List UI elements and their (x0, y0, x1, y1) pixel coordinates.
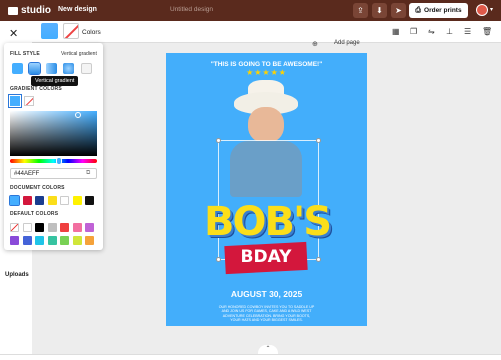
color-swatch[interactable] (72, 196, 82, 205)
poster-subheadline[interactable]: BDAY (225, 247, 307, 267)
color-swatch[interactable] (35, 196, 44, 205)
gradient-colors-label: GRADIENT COLORS (10, 86, 62, 92)
poster-stars[interactable]: ★★★★★ (166, 68, 367, 77)
new-design-menu[interactable]: New design (58, 6, 97, 13)
color-swatch[interactable] (35, 223, 44, 232)
logo-text: studio (21, 5, 51, 16)
color-swatch[interactable] (60, 236, 69, 245)
fill-radial-gradient-option[interactable] (63, 63, 74, 74)
color-swatch[interactable] (72, 223, 82, 232)
color-swatch[interactable] (85, 196, 94, 205)
transparency-icon[interactable]: ▦ (392, 27, 400, 36)
print-icon: ⎙ (415, 6, 422, 14)
color-swatch[interactable] (47, 236, 57, 245)
design-page[interactable]: "THIS IS GOING TO BE AWESOME!" ★★★★★ BOB… (166, 53, 367, 326)
context-toolbar: Colors ▦ ❐ ⇋ ⊥ ☰ 🗑 (32, 21, 501, 43)
design-title[interactable]: Untitled design (170, 6, 213, 13)
copy-icon[interactable]: ⧉ (86, 170, 90, 177)
share-icon[interactable]: ⇪ (353, 3, 368, 18)
resize-handle[interactable] (216, 138, 221, 143)
gradient-stop-1[interactable] (8, 94, 22, 108)
hex-input[interactable]: #44AEFF (10, 168, 97, 179)
color-swatch[interactable] (47, 223, 57, 232)
fill-image-option[interactable] (81, 63, 92, 74)
resize-handle[interactable] (316, 138, 321, 143)
color-swatch[interactable] (35, 236, 44, 245)
fill-panel: FILL STYLE Vertical gradient Vertical gr… (4, 43, 103, 250)
layer-icon[interactable]: ☰ (464, 27, 471, 36)
chevron-up-icon[interactable]: ⌃ (258, 345, 278, 354)
fill-horizontal-gradient-option[interactable] (46, 63, 57, 74)
tooltip: Vertical gradient (31, 76, 79, 86)
resize-handle[interactable] (216, 257, 221, 262)
color-swatch[interactable] (9, 195, 20, 206)
top-bar: studio New design Untitled design ⇪ ⬇ ➤ … (0, 0, 501, 21)
color-swatch[interactable] (22, 223, 32, 232)
tools-icon[interactable]: ✕ (9, 27, 18, 40)
fill-style-value: Vertical gradient (61, 51, 97, 57)
fill-solid-option[interactable] (12, 63, 23, 74)
logo-icon (8, 6, 18, 15)
poster-fine-print[interactable]: OUR HONORED COWBOY INVITES YOU TO SADDLE… (218, 305, 315, 323)
poster-date[interactable]: AUGUST 30, 2025 (166, 289, 367, 299)
color-swatch[interactable] (10, 236, 19, 245)
align-icon[interactable]: ⊥ (446, 27, 453, 36)
fill-vertical-gradient-option[interactable] (28, 62, 41, 75)
order-prints-label: Order prints (424, 7, 462, 14)
color-swatch[interactable] (47, 196, 57, 205)
poster-tagline[interactable]: "THIS IS GOING TO BE AWESOME!" (166, 61, 367, 68)
hue-handle[interactable] (56, 157, 62, 165)
document-colors-label: DOCUMENT COLORS (10, 185, 65, 191)
color-swatch[interactable] (60, 223, 69, 232)
color-swatch[interactable] (60, 196, 69, 205)
add-page-button[interactable]: Add page (334, 40, 360, 46)
page-options-icon[interactable]: ⊕ (312, 40, 318, 48)
bottom-bar (0, 354, 501, 360)
avatar[interactable] (476, 4, 488, 16)
color-swatch[interactable] (72, 236, 82, 245)
fill-style-label: FILL STYLE (10, 51, 40, 57)
poster-headline[interactable]: BOB'S (192, 199, 342, 245)
chevron-down-icon[interactable]: ▾ (490, 6, 493, 13)
resize-handle[interactable] (316, 257, 321, 262)
color-swatch[interactable] (85, 236, 94, 245)
picker-handle[interactable] (75, 112, 81, 118)
photo-face (248, 107, 284, 143)
color-picker[interactable] (10, 111, 97, 156)
fill-color-swatch[interactable] (41, 23, 58, 39)
delete-icon[interactable]: 🗑 (482, 27, 492, 36)
color-swatch[interactable] (22, 196, 32, 205)
stroke-color-swatch[interactable] (63, 23, 79, 39)
app-logo[interactable]: studio (8, 5, 51, 16)
default-colors-label: DEFAULT COLORS (10, 211, 59, 217)
send-icon[interactable]: ➤ (391, 3, 406, 18)
color-swatch[interactable] (10, 223, 19, 232)
hue-slider[interactable] (10, 159, 97, 163)
download-icon[interactable]: ⬇ (372, 3, 387, 18)
duplicate-icon[interactable]: ❐ (410, 27, 417, 36)
colors-label: Colors (82, 29, 101, 36)
sidebar-item-uploads[interactable]: Uploads (5, 272, 29, 278)
flip-icon[interactable]: ⇋ (428, 27, 435, 36)
gradient-stop-2[interactable] (24, 96, 34, 106)
order-prints-button[interactable]: ⎙ Order prints (409, 3, 468, 18)
color-swatch[interactable] (22, 236, 32, 245)
color-swatch[interactable] (85, 223, 94, 232)
